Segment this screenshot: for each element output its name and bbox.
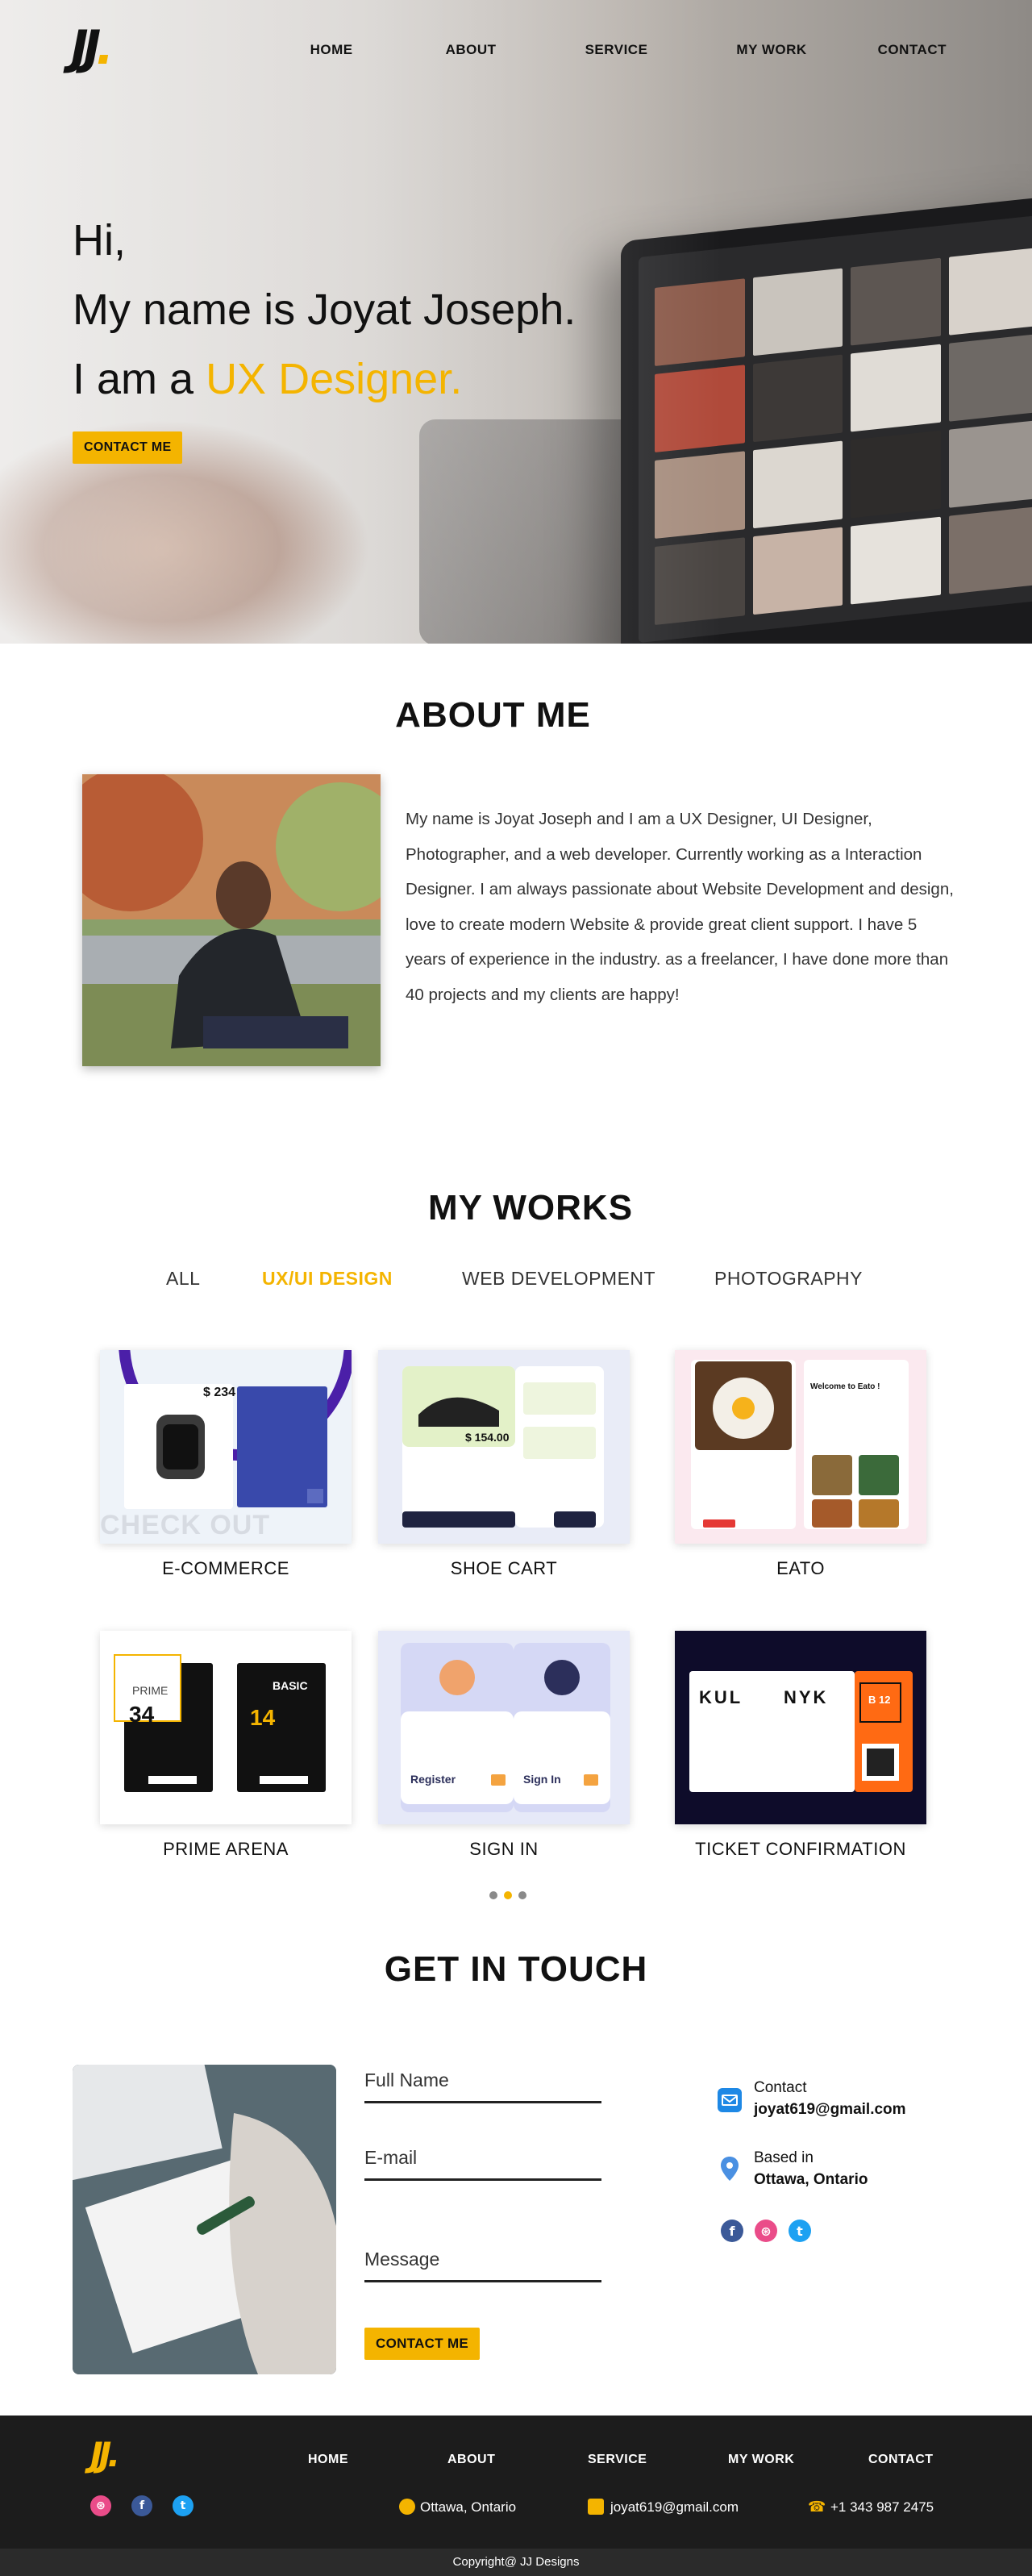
nav-my-work[interactable]: MY WORK [736,42,806,58]
project-card-ecommerce[interactable]: $ 234 CHECK OUT [100,1350,352,1544]
full-name-field[interactable]: Full Name [364,2070,601,2103]
phone-icon: ☎ [808,2499,826,2515]
nav-about[interactable]: ABOUT [446,42,497,58]
ticket-to: NYK [784,1687,829,1707]
hero-section: JJ. HOME ABOUT SERVICE MY WORK CONTACT H… [0,0,1032,644]
hero-line-1: Hi, [73,216,126,265]
project-card-prime-arena[interactable]: PRIME BASIC 34 14 [100,1631,352,1824]
footer-phone[interactable]: +1 343 987 2475 [830,2499,934,2516]
about-text: My name is Joyat Joseph and I am a UX De… [406,810,954,1004]
hero-role: UX Designer. [206,355,463,403]
message-field[interactable]: Message [364,2249,601,2282]
top-nav: JJ. HOME ABOUT SERVICE MY WORK CONTACT [0,0,1032,97]
footer-nav-contact[interactable]: CONTACT [868,2453,934,2467]
contact-title: GET IN TOUCH [384,1949,648,1989]
ecommerce-bg-text: CHECK OUT [100,1510,271,1540]
carousel-dot-active[interactable] [504,1891,512,1899]
email-field[interactable]: E-mail [364,2147,601,2181]
project-label: TICKET CONFIRMATION [695,1839,906,1859]
footer-logo[interactable]: JJ. [90,2438,120,2472]
ecommerce-price: $ 234 [203,1386,236,1399]
project-card-ticket[interactable]: KUL NYK B 12 [675,1631,926,1824]
brand-logo[interactable]: JJ. [71,24,114,71]
project-label: SIGN IN [469,1839,539,1859]
plan-prime: PRIME [132,1684,169,1697]
project-label: SHOE CART [450,1558,558,1578]
footer: JJ. HOME ABOUT SERVICE MY WORK CONTACT ⊛… [0,2416,1032,2549]
filter-photography[interactable]: PHOTOGRAPHY [714,1268,863,1290]
filter-all[interactable]: ALL [166,1268,200,1290]
ticket-from: KUL [699,1687,743,1707]
basic-price: 14 [250,1705,276,1730]
project-card-sign-in[interactable]: Register Sign In [378,1631,630,1824]
email-info: Contact joyat619@gmail.com [754,2077,906,2120]
footer-nav-my-work[interactable]: MY WORK [728,2453,794,2467]
hero-contact-button[interactable]: CONTACT ME [73,431,183,464]
works-title: MY WORKS [427,1188,634,1228]
location-label: Based in [754,2149,814,2166]
copyright: Copyright@ JJ Designs [0,2549,1032,2576]
footer-nav-about[interactable]: ABOUT [447,2453,495,2467]
works-carousel-dots [489,1891,526,1899]
location-value: Ottawa, Ontario [754,2171,868,2188]
plan-basic: BASIC [273,1679,308,1692]
hero-line-3: I am a UX Designer. [73,355,463,403]
eato-greeting: Welcome to Eato ! [810,1382,880,1391]
shoe-price: $ 154.00 [465,1431,510,1444]
signin-label: Sign In [523,1773,561,1786]
mail-icon [588,2499,604,2515]
project-label: PRIME ARENA [163,1839,289,1859]
hero-heading: Hi, My name is Joyat Joseph. I am a UX D… [73,206,576,464]
footer-location: Ottawa, Ontario [420,2499,517,2515]
about-portrait-image [82,774,381,1066]
project-card-eato[interactable]: Welcome to Eato ! [675,1350,926,1544]
ticket-seat: B 12 [868,1694,891,1706]
works-filters: ALL UX/UI DESIGN WEB DEVELOPMENT PHOTOGR… [0,1268,1032,1292]
location-icon [399,2499,415,2515]
email-label: Contact [754,2079,807,2096]
project-label: E-COMMERCE [162,1558,289,1578]
filter-ux-ui[interactable]: UX/UI DESIGN [262,1268,393,1290]
footer-facebook-icon[interactable]: f [131,2495,152,2516]
contact-image [73,2065,336,2374]
nav-contact[interactable]: CONTACT [878,42,947,58]
mail-icon [718,2088,742,2112]
carousel-dot[interactable] [518,1891,526,1899]
contact-submit-button[interactable]: CONTACT ME [364,2328,481,2360]
project-card-shoe-cart[interactable]: $ 154.00 [378,1350,630,1544]
project-label: EATO [776,1558,825,1578]
location-info: Based in Ottawa, Ontario [754,2147,868,2190]
filter-web-dev[interactable]: WEB DEVELOPMENT [462,1268,655,1290]
prime-price: 34 [129,1702,155,1727]
footer-nav-home[interactable]: HOME [308,2453,348,2467]
location-icon [718,2155,742,2181]
email-value[interactable]: joyat619@gmail.com [754,2099,906,2120]
footer-nav-service[interactable]: SERVICE [588,2453,647,2467]
register-label: Register [410,1773,456,1786]
footer-email[interactable]: joyat619@gmail.com [610,2499,739,2516]
dribbble-icon[interactable]: ⊛ [755,2220,777,2242]
nav-home[interactable]: HOME [310,42,353,58]
facebook-icon[interactable]: f [721,2220,743,2242]
hero-line-2: My name is Joyat Joseph. [73,286,576,334]
footer-dribbble-icon[interactable]: ⊛ [90,2495,111,2516]
about-title: ABOUT ME [395,695,591,735]
twitter-icon[interactable]: t [789,2220,811,2242]
footer-twitter-icon[interactable]: t [173,2495,194,2516]
carousel-dot[interactable] [489,1891,497,1899]
nav-service[interactable]: SERVICE [585,42,648,58]
